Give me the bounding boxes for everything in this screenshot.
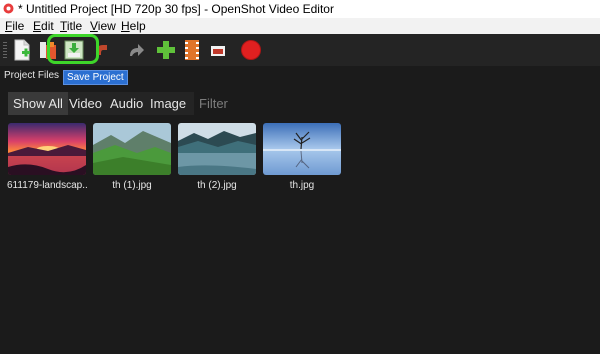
tab-video[interactable]: Video	[64, 92, 107, 115]
tab-image[interactable]: Image	[145, 92, 191, 115]
menu-title[interactable]: Title	[60, 19, 82, 33]
misty-lake-thumbnail	[178, 123, 256, 175]
redo-button[interactable]	[124, 38, 148, 62]
menu-file-mnemonic: F	[5, 19, 13, 33]
openshot-logo-icon	[3, 3, 14, 14]
window-title: * Untitled Project [HD 720p 30 fps] - Op…	[18, 2, 334, 16]
save-project-tooltip: Save Project	[63, 70, 128, 85]
import-files-button[interactable]	[154, 38, 178, 62]
file-name: th.jpg	[289, 180, 315, 191]
new-file-icon	[14, 39, 30, 61]
title-bar: * Untitled Project [HD 720p 30 fps] - Op…	[0, 0, 600, 18]
fullscreen-button[interactable]	[206, 38, 230, 62]
menu-help[interactable]: Help	[121, 19, 146, 33]
choose-profile-button[interactable]	[180, 38, 204, 62]
clapperboard-icon	[211, 46, 225, 56]
tab-audio[interactable]: Audio	[105, 92, 148, 115]
plus-icon	[157, 41, 175, 59]
file-item[interactable]: th (2).jpg	[177, 123, 257, 191]
new-project-button[interactable]	[10, 38, 34, 62]
toolbar-grip[interactable]	[3, 42, 7, 58]
menu-bar: File Edit Title View Help	[0, 18, 600, 34]
menu-edit[interactable]: Edit	[33, 19, 54, 33]
record-icon	[241, 40, 261, 60]
sunset-lake-thumbnail	[8, 123, 86, 175]
film-strip-icon	[185, 40, 199, 60]
file-item[interactable]: th (1).jpg	[92, 123, 172, 191]
menu-file[interactable]: File	[5, 19, 24, 33]
file-item[interactable]: th.jpg	[262, 123, 342, 191]
menu-view-mnemonic: V	[90, 19, 98, 33]
save-button-highlight	[47, 34, 99, 64]
menu-help-mnemonic: H	[121, 19, 130, 33]
export-video-button[interactable]	[239, 38, 263, 62]
filter-input[interactable]	[194, 92, 600, 115]
lone-tree-lake-thumbnail	[263, 123, 341, 175]
file-item[interactable]: 611179-landscap...	[7, 123, 87, 191]
menu-edit-mnemonic: E	[33, 19, 42, 33]
file-name: th (1).jpg	[112, 180, 152, 191]
file-name: 611179-landscap...	[7, 180, 87, 191]
menu-view[interactable]: View	[90, 19, 116, 33]
files-grid: 611179-landscap... th (1).jpg th (2).jpg	[0, 118, 600, 354]
project-files-label: Project Files	[4, 70, 60, 81]
filter-bar: Show All Video Audio Image	[8, 92, 600, 115]
redo-icon	[130, 44, 144, 56]
tab-show-all[interactable]: Show All	[8, 92, 68, 115]
file-name: th (2).jpg	[197, 180, 237, 191]
menu-title-mnemonic: T	[60, 19, 67, 33]
green-mountains-thumbnail	[93, 123, 171, 175]
